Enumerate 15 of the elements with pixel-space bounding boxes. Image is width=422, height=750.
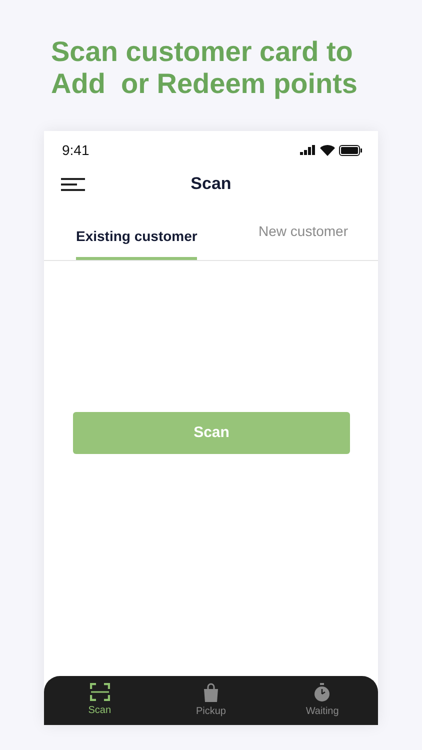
- signal-icon: [300, 145, 316, 155]
- menu-icon[interactable]: [61, 178, 85, 191]
- screen-title: Scan: [190, 172, 232, 195]
- headline: Scan customer card to Add or Redeem points: [50, 35, 358, 101]
- tab[interactable]: New customer: [258, 209, 348, 260]
- tab[interactable]: Existing customer: [76, 214, 198, 260]
- nav-tab[interactable]: Pickup: [155, 676, 266, 725]
- nav-tab[interactable]: Scan: [44, 676, 156, 725]
- nav-tab[interactable]: Waiting: [266, 676, 378, 725]
- wifi-icon: [320, 144, 335, 156]
- stopwatch-icon: [313, 683, 332, 702]
- scan-icon: [90, 683, 110, 701]
- bag-icon: [202, 683, 219, 702]
- status-time: 9:41: [62, 140, 90, 160]
- battery-icon: [339, 144, 362, 156]
